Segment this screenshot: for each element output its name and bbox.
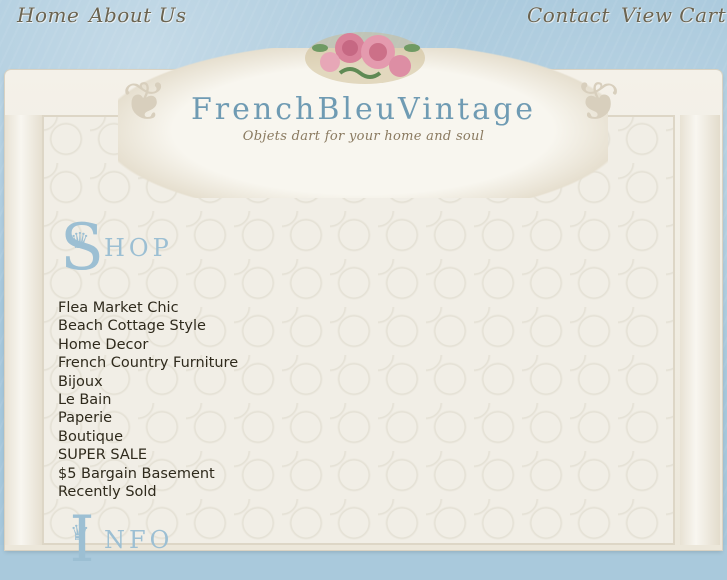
info-heading-cap: I (60, 494, 104, 580)
shop-heading-text: HOP (104, 234, 173, 262)
category-link-french-country-furniture[interactable]: French Country Furniture (58, 354, 238, 372)
frame-molding-right (680, 115, 720, 545)
nav-about-link[interactable]: About Us (89, 3, 187, 27)
category-link-boutique[interactable]: Boutique (58, 428, 238, 446)
category-link-flea-market-chic[interactable]: Flea Market Chic (58, 299, 238, 317)
nav-contact-link[interactable]: Contact (527, 3, 610, 27)
top-navigation: Home About Us Contact View Cart (0, 0, 727, 34)
category-link-home-decor[interactable]: Home Decor (58, 336, 238, 354)
brand-block: FrenchBleuVintage Objets dart for your h… (0, 92, 727, 144)
site-title[interactable]: FrenchBleuVintage (0, 92, 727, 127)
shop-category-list: Flea Market Chic Beach Cottage Style Hom… (58, 299, 238, 501)
nav-home-link[interactable]: Home (17, 3, 79, 27)
category-link-le-bain[interactable]: Le Bain (58, 391, 238, 409)
nav-view-cart-link[interactable]: View Cart (621, 3, 726, 27)
info-heading-text: NFO (104, 526, 174, 554)
category-link-beach-cottage-style[interactable]: Beach Cottage Style (58, 317, 238, 335)
category-link-paperie[interactable]: Paperie (58, 409, 238, 427)
category-link-bargain-basement[interactable]: $5 Bargain Basement (58, 465, 238, 483)
shop-heading-cap: S (60, 202, 104, 288)
site-tagline: Objets dart for your home and soul (242, 129, 485, 144)
frame-molding-left (5, 115, 45, 545)
category-link-super-sale[interactable]: SUPER SALE (58, 446, 238, 464)
category-link-bijoux[interactable]: Bijoux (58, 373, 238, 391)
